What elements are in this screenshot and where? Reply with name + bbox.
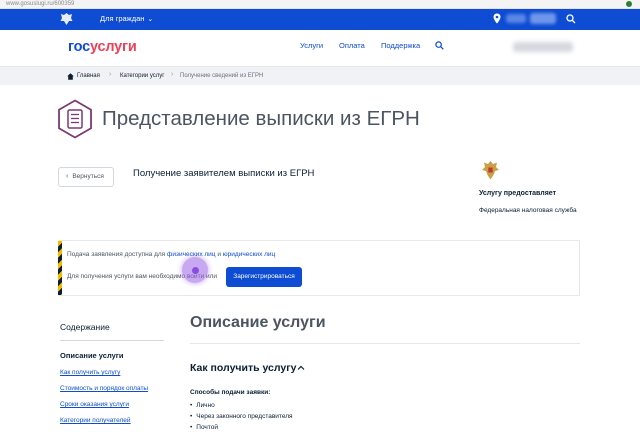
breadcrumb-home[interactable]: Главная [77, 72, 100, 80]
description-title: Описание услуги [190, 314, 326, 331]
logo-part-gos: гос [68, 39, 90, 55]
availability-text: Подача заявления доступна для физических… [67, 251, 275, 259]
list-item: Через законного представителя [190, 413, 292, 421]
nav-services[interactable]: Услуги [300, 41, 323, 51]
availability-and: и [217, 251, 221, 258]
breadcrumb: Главная › Категории услуг › Получение св… [0, 66, 640, 85]
how-to-get-heading[interactable]: Как получить услугу [190, 362, 296, 375]
toc-item[interactable]: Стоимость и порядок оплаты [60, 385, 148, 393]
location-pin-icon[interactable] [493, 13, 501, 24]
submission-methods-label: Способы подачи заявки: [190, 389, 271, 396]
list-item: Лично [190, 402, 215, 410]
browser-url[interactable]: www.gosuslugi.ru/600359 [6, 0, 74, 8]
audience-label: Для граждан [100, 14, 145, 23]
main-header: госуслуги Услуги Оплата Поддержка [0, 30, 640, 66]
chevron-down-icon: ⌄ [147, 16, 154, 23]
availability-prefix: Подача заявления доступна для [67, 251, 166, 258]
back-button-label: Вернуться [72, 173, 104, 180]
browser-address-bar[interactable]: www.gosuslugi.ru/600359 [0, 0, 640, 9]
logo-part-uslugi: услуги [89, 39, 137, 55]
location-name-redacted[interactable] [506, 14, 526, 23]
legal-entities-link[interactable]: юридических лиц [223, 251, 275, 258]
gosuslugi-logo[interactable]: госуслуги [68, 39, 137, 55]
toc-item[interactable]: Как получить услугу [60, 369, 120, 377]
auth-notice: Подача заявления доступна для физических… [58, 240, 580, 296]
coat-of-arms-icon [60, 13, 73, 25]
breadcrumb-separator: › [109, 71, 112, 78]
divider [190, 343, 580, 344]
breadcrumb-category[interactable]: Категории услуг [120, 72, 164, 80]
home-icon [67, 73, 74, 80]
search-icon[interactable] [435, 41, 444, 50]
service-subtitle: Получение заявителем выписки из ЕГРН [133, 168, 315, 179]
toc-item-active[interactable]: Описание услуги [60, 352, 124, 360]
breadcrumb-current: Получение сведений из ЕГРН [180, 73, 264, 79]
divider [60, 340, 164, 341]
top-bar: Для граждан ⌄ [0, 9, 640, 30]
mouse-cursor [192, 267, 199, 274]
warning-stripe [58, 241, 62, 295]
toc-item[interactable]: Сроки оказания услуги [60, 401, 129, 409]
provider-name: Федеральная налоговая служба [479, 207, 577, 214]
provider-label: Услугу предоставляет [479, 190, 557, 197]
page-title: Представление выписки из ЕГРН [102, 107, 420, 130]
nav-payment[interactable]: Оплата [339, 41, 365, 51]
register-button[interactable]: Зарегистрироваться [226, 267, 302, 287]
audience-selector[interactable]: Для граждан ⌄ [100, 14, 153, 25]
toc-title: Содержание [60, 322, 110, 332]
agency-emblem-icon [482, 161, 499, 180]
chevron-left-icon: ‹ [66, 173, 69, 180]
search-icon[interactable] [566, 14, 576, 24]
toc-item[interactable]: Категории получателей [60, 417, 131, 425]
nav-support[interactable]: Поддержка [381, 41, 420, 51]
list-item: Почтой [190, 424, 218, 432]
breadcrumb-separator: › [171, 71, 174, 78]
service-document-icon [58, 99, 92, 139]
extension-icon[interactable] [626, 1, 632, 7]
account-name-redacted[interactable] [513, 42, 573, 52]
back-button[interactable]: ‹ Вернуться [58, 167, 114, 187]
chevron-up-icon[interactable] [297, 364, 305, 372]
user-menu-redacted[interactable] [530, 13, 556, 24]
